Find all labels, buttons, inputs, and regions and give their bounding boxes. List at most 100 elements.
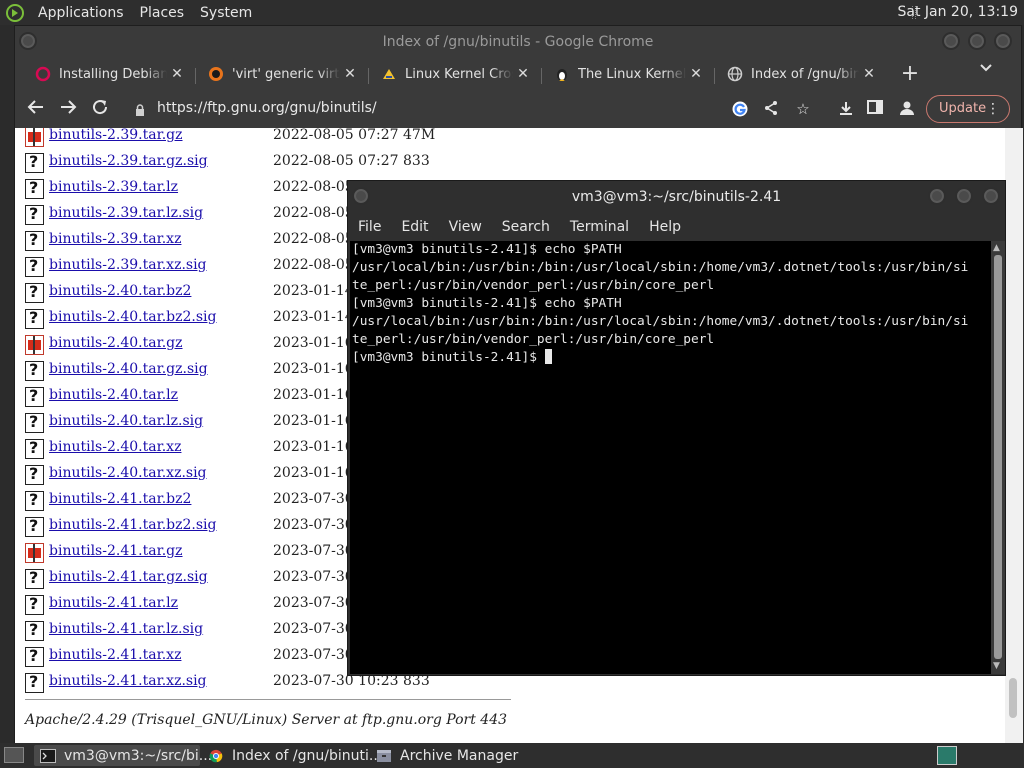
tux-icon	[557, 69, 567, 81]
tab-installing-debian[interactable]: Installing Debian via ✕	[23, 60, 193, 88]
menu-view[interactable]: View	[449, 219, 482, 235]
window-menu-button[interactable]	[352, 187, 370, 205]
file-link[interactable]: binutils-2.39.tar.xz	[49, 231, 181, 247]
file-link[interactable]: binutils-2.40.tar.bz2.sig	[49, 309, 217, 325]
scroll-down-arrow-icon[interactable]: ▼	[993, 661, 1000, 671]
tab-close-icon[interactable]: ✕	[167, 66, 187, 82]
file-date: 2022-08-05	[273, 257, 354, 273]
places-menu[interactable]: Places	[136, 5, 189, 21]
minimize-button[interactable]	[928, 187, 946, 205]
share-icon[interactable]	[761, 100, 781, 118]
file-link[interactable]: binutils-2.41.tar.gz	[49, 543, 183, 559]
menu-search[interactable]: Search	[502, 219, 550, 235]
show-desktop-icon[interactable]	[4, 747, 24, 763]
terminal-titlebar[interactable]: vm3@vm3:~/src/binutils-2.41	[348, 181, 1005, 213]
archive-file-icon	[25, 335, 44, 355]
menu-edit[interactable]: Edit	[401, 219, 428, 235]
file-link[interactable]: binutils-2.39.tar.gz.sig	[49, 153, 208, 169]
tab-label: 'virt' generic virtual	[232, 66, 340, 82]
clock[interactable]: Sat Jan 20, 13:19	[898, 4, 1019, 20]
more-vert-icon[interactable]: ⋮	[986, 96, 1000, 122]
file-date: 2023-07-30	[273, 517, 354, 533]
page-scrollbar-thumb[interactable]	[1009, 678, 1017, 718]
file-date: 2023-07-30	[273, 569, 354, 585]
maximize-button[interactable]	[968, 32, 986, 50]
tab-linux-kernel-cross[interactable]: Linux Kernel Cross ✕	[369, 60, 539, 88]
bottom-taskbar: vm3@vm3:~/src/bi... Index of /gnu/binuti…	[0, 743, 1024, 768]
file-link[interactable]: binutils-2.40.tar.bz2	[49, 283, 191, 299]
back-arrow-icon[interactable]	[25, 98, 47, 122]
chrome-titlebar[interactable]: Index of /gnu/binutils - Google Chrome	[15, 26, 1021, 58]
terminal-prompt-line: [vm3@vm3 binutils-2.41]$	[350, 349, 991, 367]
file-link[interactable]: binutils-2.40.tar.xz.sig	[49, 465, 207, 481]
file-link[interactable]: binutils-2.39.tar.lz.sig	[49, 205, 203, 221]
page-scrollbar[interactable]	[1005, 128, 1023, 744]
maximize-button[interactable]	[955, 187, 973, 205]
forward-arrow-icon[interactable]	[57, 98, 79, 122]
tab-strip: Installing Debian via ✕ 'virt' generic v…	[15, 58, 1021, 90]
file-date: 2023-01-16	[273, 387, 354, 403]
top-panel: Applications Places System Sat Jan 20, 1…	[0, 0, 1024, 25]
side-panel-icon[interactable]	[865, 100, 885, 118]
reload-icon[interactable]	[89, 98, 111, 122]
file-link[interactable]: binutils-2.41.tar.bz2.sig	[49, 517, 217, 533]
workspace-switcher-icon[interactable]	[937, 746, 957, 765]
file-link[interactable]: binutils-2.41.tar.gz.sig	[49, 569, 208, 585]
file-link[interactable]: binutils-2.40.tar.gz	[49, 335, 183, 351]
task-chrome[interactable]: Index of /gnu/binuti...	[202, 745, 382, 766]
menu-terminal[interactable]: Terminal	[570, 219, 629, 235]
minimize-button[interactable]	[942, 32, 960, 50]
terminal-line: [vm3@vm3 binutils-2.41]$ echo $PATH	[352, 242, 622, 257]
tab-index-binutils[interactable]: Index of /gnu/binutils ✕	[715, 60, 885, 88]
tab-label: Linux Kernel Cross	[405, 66, 513, 82]
menu-help[interactable]: Help	[649, 219, 681, 235]
tab-linux-kernel-archives[interactable]: The Linux Kernel Archives ✕	[542, 60, 712, 88]
tab-close-icon[interactable]: ✕	[340, 66, 360, 82]
update-button[interactable]: Update ⋮	[926, 95, 1010, 123]
archive-manager-icon	[377, 749, 391, 762]
tab-virt-generic[interactable]: 'virt' generic virtual ✕	[196, 60, 366, 88]
system-menu[interactable]: System	[196, 5, 256, 21]
file-link[interactable]: binutils-2.41.tar.xz	[49, 647, 181, 663]
window-menu-button[interactable]	[19, 32, 37, 50]
file-link[interactable]: binutils-2.39.tar.gz	[49, 128, 183, 143]
file-link[interactable]: binutils-2.40.tar.xz	[49, 439, 181, 455]
file-link[interactable]: binutils-2.41.tar.bz2	[49, 491, 191, 507]
scroll-up-arrow-icon[interactable]: ▲	[993, 243, 1000, 253]
file-link[interactable]: binutils-2.40.tar.lz	[49, 387, 178, 403]
file-link[interactable]: binutils-2.41.tar.lz.sig	[49, 621, 203, 637]
applications-menu[interactable]: Applications	[34, 5, 128, 21]
unknown-file-icon	[25, 438, 44, 459]
file-size: 833	[403, 153, 430, 169]
profile-avatar-icon[interactable]	[897, 100, 917, 118]
google-lens-icon[interactable]	[730, 100, 750, 118]
distro-logo-icon[interactable]	[4, 2, 26, 24]
terminal-window: vm3@vm3:~/src/binutils-2.41 File Edit Vi…	[347, 180, 1006, 676]
lock-icon[interactable]	[135, 102, 145, 121]
file-link[interactable]: binutils-2.41.tar.xz.sig	[49, 673, 207, 689]
address-bar[interactable]: https://ftp.gnu.org/gnu/binutils/	[157, 100, 377, 116]
download-icon[interactable]	[836, 100, 856, 118]
new-tab-plus-icon[interactable]: +	[899, 61, 921, 87]
task-archive-manager[interactable]: Archive Manager	[370, 745, 520, 766]
file-link[interactable]: binutils-2.41.tar.lz	[49, 595, 178, 611]
terminal-scrollbar[interactable]: ▲ ▼	[991, 241, 1005, 674]
file-link[interactable]: binutils-2.39.tar.xz.sig	[49, 257, 207, 273]
terminal-screen[interactable]: [vm3@vm3 binutils-2.41]$ echo $PATH /usr…	[350, 241, 991, 674]
task-terminal[interactable]: vm3@vm3:~/src/bi...	[34, 745, 212, 766]
file-date: 2023-01-14	[273, 309, 354, 325]
close-button[interactable]	[994, 32, 1012, 50]
close-button[interactable]	[982, 187, 1000, 205]
menu-file[interactable]: File	[358, 219, 381, 235]
tab-close-icon[interactable]: ✕	[686, 66, 706, 82]
file-link[interactable]: binutils-2.40.tar.lz.sig	[49, 413, 203, 429]
bookmark-star-icon[interactable]: ☆	[793, 100, 813, 118]
file-link[interactable]: binutils-2.40.tar.gz.sig	[49, 361, 208, 377]
tab-close-icon[interactable]: ✕	[859, 66, 879, 82]
unknown-file-icon	[25, 464, 44, 485]
file-link[interactable]: binutils-2.39.tar.lz	[49, 179, 178, 195]
tab-search-chevron-down-icon[interactable]	[979, 62, 993, 76]
unknown-file-icon	[25, 594, 44, 615]
tab-close-icon[interactable]: ✕	[513, 66, 533, 82]
terminal-scrollbar-thumb[interactable]	[994, 255, 1002, 659]
